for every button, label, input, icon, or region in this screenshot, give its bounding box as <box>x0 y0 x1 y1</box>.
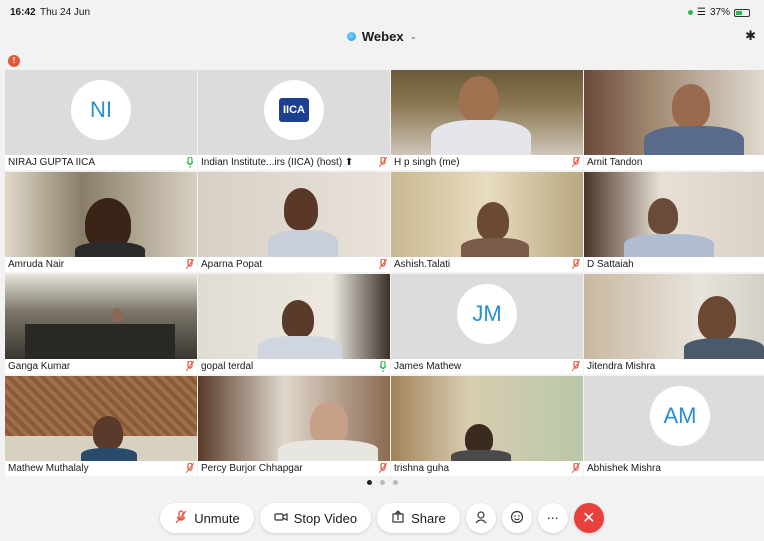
status-bar: 16:42 Thu 24 Jun ☰ 37% <box>0 0 764 24</box>
participant-name: Jitendra Mishra <box>584 359 764 374</box>
participant-name: gopal terdal <box>198 359 390 374</box>
page-indicator[interactable] <box>0 480 764 485</box>
participant-name: NIRAJ GUPTA IICA <box>5 155 197 170</box>
stop-video-label: Stop Video <box>293 510 358 526</box>
more-options-button[interactable]: ⋯ <box>537 503 568 533</box>
meeting-controls: Unmute Stop Video Share ⋯ ✕ <box>0 500 764 536</box>
participant-name: James Mathew <box>391 359 583 374</box>
mic-muted-icon <box>572 259 580 270</box>
mic-muted-icon <box>186 259 194 270</box>
share-label: Share <box>411 510 446 526</box>
stop-video-button[interactable]: Stop Video <box>259 503 372 533</box>
participant-name: Amit Tandon <box>584 155 764 170</box>
video-feed <box>198 274 390 362</box>
participant-tile[interactable]: D Sattaiah <box>584 172 764 272</box>
mic-on-icon <box>186 157 194 168</box>
video-feed <box>584 70 764 160</box>
participant-name: Aparna Popat <box>198 257 390 272</box>
participant-tile[interactable]: gopal terdal <box>198 274 390 374</box>
participant-tile-host[interactable]: IICA Indian Institute...irs (IICA) (host… <box>198 70 390 170</box>
mic-muted-icon <box>186 361 194 372</box>
participants-button[interactable] <box>465 503 496 533</box>
bluetooth-icon[interactable]: ✱ <box>745 28 756 44</box>
participant-tile[interactable]: AM Abhishek Mishra <box>584 376 764 476</box>
participant-name: D Sattaiah <box>584 257 764 272</box>
participant-tile[interactable]: JM James Mathew <box>391 274 583 374</box>
mic-muted-icon <box>379 157 387 168</box>
close-icon: ✕ <box>582 510 596 527</box>
participant-name: Ashish.Talati <box>391 257 583 272</box>
video-feed <box>391 70 583 160</box>
mic-muted-icon <box>174 509 188 527</box>
participant-tile-active-speaker[interactable]: Amit Tandon <box>584 70 764 170</box>
participant-name: Indian Institute...irs (IICA) (host) ⬆ <box>198 155 390 170</box>
ellipsis-icon: ⋯ <box>546 511 559 525</box>
page-dot[interactable] <box>392 480 398 485</box>
participant-name: Abhishek Mishra <box>584 461 764 476</box>
wifi-icon: ☰ <box>697 7 706 18</box>
participant-name: H p singh (me) <box>391 155 583 170</box>
battery-percent: 37% <box>709 7 730 18</box>
participant-tile[interactable]: NI NIRAJ GUPTA IICA <box>5 70 197 170</box>
app-title-bar[interactable]: Webex ⌄ <box>0 24 764 48</box>
participants-icon <box>474 510 488 527</box>
status-date: Thu 24 Jun <box>40 7 91 18</box>
participant-avatar: AM <box>650 386 710 446</box>
unmute-button[interactable]: Unmute <box>160 503 254 533</box>
participant-tile[interactable]: Ashish.Talati <box>391 172 583 272</box>
iica-logo: IICA <box>264 80 324 140</box>
participant-tile[interactable]: Percy Burjor Chhapgar <box>198 376 390 476</box>
participant-avatar: JM <box>457 284 517 344</box>
iica-logo-text: IICA <box>279 98 309 122</box>
mic-muted-icon <box>379 463 387 474</box>
participant-tile[interactable]: Ganga Kumar <box>5 274 197 374</box>
video-feed <box>198 376 390 464</box>
participant-tile[interactable]: H p singh (me) <box>391 70 583 170</box>
battery-icon <box>734 8 750 17</box>
video-feed <box>584 274 764 362</box>
share-icon <box>391 509 405 527</box>
participant-name: Ganga Kumar <box>5 359 197 374</box>
video-camera-icon <box>274 510 288 527</box>
page-dot[interactable] <box>379 480 385 485</box>
participant-tile[interactable]: Aparna Popat <box>198 172 390 272</box>
participant-name: Percy Burjor Chhapgar <box>198 461 390 476</box>
video-feed <box>584 172 764 260</box>
status-time: 16:42 <box>10 7 36 18</box>
participant-tile[interactable]: Amruda Nair <box>5 172 197 272</box>
reactions-button[interactable] <box>501 503 532 533</box>
participant-tile[interactable]: trishna guha <box>391 376 583 476</box>
video-feed <box>5 376 197 464</box>
video-feed <box>5 274 197 359</box>
participant-tile[interactable]: Jitendra Mishra <box>584 274 764 374</box>
participant-name: trishna guha <box>391 461 583 476</box>
video-feed <box>391 172 583 260</box>
participant-name: Amruda Nair <box>5 257 197 272</box>
recording-badge[interactable]: ! <box>8 55 20 67</box>
participant-name: Mathew Muthalaly <box>5 461 197 476</box>
mic-muted-icon <box>572 463 580 474</box>
share-button[interactable]: Share <box>377 503 460 533</box>
unmute-label: Unmute <box>194 510 240 526</box>
page-dot-active[interactable] <box>366 480 372 485</box>
end-call-button[interactable]: ✕ <box>573 503 604 533</box>
participant-tile[interactable]: Mathew Muthalaly <box>5 376 197 476</box>
mic-on-icon <box>379 361 387 372</box>
video-feed <box>391 376 583 464</box>
video-feed <box>5 172 197 262</box>
mic-muted-icon <box>379 259 387 270</box>
participant-avatar: NI <box>71 80 131 140</box>
mic-muted-icon <box>572 361 580 372</box>
mic-muted-icon <box>572 157 580 168</box>
webex-logo-icon <box>346 31 356 41</box>
app-title: Webex <box>361 28 404 44</box>
smiley-icon <box>510 510 524 527</box>
status-indicators: ☰ 37% <box>688 7 750 18</box>
camera-in-use-icon <box>688 10 694 15</box>
mic-muted-icon <box>186 463 194 474</box>
video-feed <box>198 172 390 260</box>
chevron-down-icon: ⌄ <box>409 30 418 41</box>
